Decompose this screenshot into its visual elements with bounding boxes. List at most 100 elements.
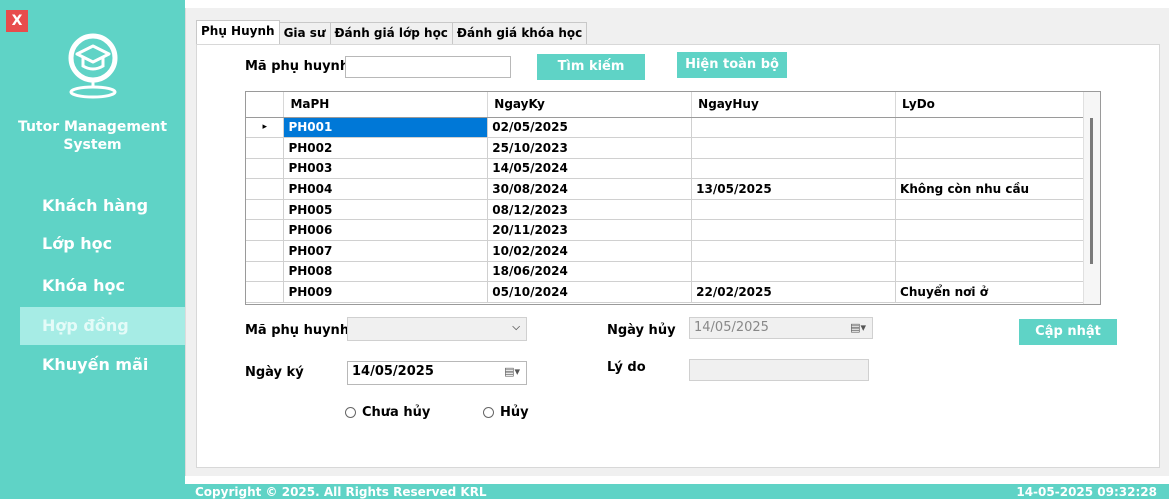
nav-item-lop-hoc[interactable]: Lớp học [0,225,185,263]
table-cell[interactable]: PH008 [283,261,489,283]
nav-item-khuyen-mai[interactable]: Khuyến mãi [0,346,185,384]
ma-phu-huynh-select[interactable]: ⌵ [347,317,527,341]
ngay-huy-value: 14/05/2025 [694,320,769,335]
radio-circle-icon [345,407,356,418]
table-row[interactable]: PH009 05/10/2024 22/02/2025 Chuyển nơi ở [246,281,1100,303]
table-cell[interactable]: PH005 [283,199,489,221]
nav-item-hop-dong[interactable]: Hợp đồng [20,307,185,345]
table-cell[interactable] [691,261,897,283]
current-row-indicator-icon: ▸ [246,117,285,139]
nav-item-khoa-hoc[interactable]: Khóa học [0,267,185,305]
table-cell[interactable]: PH007 [283,240,489,262]
table-cell[interactable] [895,219,1100,242]
table-row[interactable]: PH004 30/08/2024 13/05/2025 Không còn nh… [246,178,1100,200]
search-button[interactable]: Tìm kiếm [537,54,645,80]
table-cell[interactable]: 13/05/2025 [691,178,897,200]
table-cell[interactable] [895,240,1100,262]
table-cell[interactable] [895,261,1100,283]
column-header-ngayhuy[interactable]: NgayHuy [691,92,897,118]
table-cell[interactable]: 22/02/2025 [691,281,897,303]
copyright-text: Copyright © 2025. All Rights Reserved KR… [195,485,487,499]
table-cell[interactable] [691,240,897,262]
table-cell[interactable]: 18/06/2024 [487,261,693,283]
table-cell[interactable]: 25/10/2023 [487,137,693,159]
table-row[interactable]: PH003 14/05/2024 [246,158,1100,180]
ly-do-input[interactable] [689,359,869,381]
radio-circle-icon [483,407,494,418]
table-cell[interactable] [895,199,1100,221]
ngay-huy-date-picker[interactable]: 14/05/2025 ▤▾ [689,317,873,339]
row-header-cell[interactable] [246,261,285,283]
update-button[interactable]: Cập nhật [1019,319,1117,345]
data-grid[interactable]: MaPH NgayKy NgayHuy LyDo ▸ PH001 02/05/2… [245,91,1101,305]
row-header-cell[interactable] [246,219,285,242]
search-label: Mã phụ huynh [245,59,350,74]
table-row[interactable]: PH008 18/06/2024 [246,261,1100,283]
tab-danh-gia-lop-hoc[interactable]: Đánh giá lớp học [329,22,453,44]
tab-panel-phu-huynh: Mã phụ huynh Tìm kiếm Hiện toàn bộ MaPH … [196,44,1160,468]
row-header-cell[interactable] [246,137,285,159]
radio-cancelled[interactable]: Hủy [483,405,529,420]
column-header-lydo[interactable]: LyDo [895,92,1100,118]
ngay-huy-label: Ngày hủy [607,323,676,338]
table-cell[interactable] [691,137,897,159]
table-cell[interactable] [895,117,1100,139]
table-cell[interactable] [691,219,897,242]
nav-item-khach-hang[interactable]: Khách hàng [0,187,185,225]
table-cell[interactable]: 30/08/2024 [487,178,693,200]
table-cell[interactable]: Không còn nhu cầu [895,178,1100,200]
tab-danh-gia-khoa-hoc[interactable]: Đánh giá khóa học [451,22,588,44]
vertical-scrollbar[interactable] [1083,92,1100,304]
row-header-cell[interactable] [246,178,285,200]
close-button[interactable]: X [6,10,28,32]
table-cell[interactable] [895,158,1100,180]
show-all-button[interactable]: Hiện toàn bộ [677,52,787,78]
table-cell[interactable]: PH002 [283,137,489,159]
row-header-cell[interactable] [246,199,285,221]
ngay-ky-label: Ngày ký [245,365,304,380]
column-header-maph[interactable]: MaPH [283,92,489,118]
table-cell[interactable]: 10/02/2024 [487,240,693,262]
table-cell[interactable]: 20/11/2023 [487,219,693,242]
chevron-down-icon: ⌵ [512,322,520,333]
radio-not-cancelled[interactable]: Chưa hủy [345,405,430,420]
table-cell[interactable]: 08/12/2023 [487,199,693,221]
table-cell[interactable] [691,117,897,139]
table-row[interactable]: PH006 20/11/2023 [246,219,1100,242]
tab-strip: Phụ Huynh Gia sư Đánh giá lớp học Đánh g… [196,20,588,44]
scrollbar-thumb[interactable] [1090,118,1093,264]
search-input[interactable] [345,56,511,78]
column-header-ngayky[interactable]: NgayKy [487,92,693,118]
table-cell[interactable]: 02/05/2025 [487,117,693,139]
sidebar: X Tutor Management System Khách hàng Lớp… [0,0,185,499]
row-header-cell[interactable] [246,240,285,262]
radio-cancelled-label: Hủy [500,405,529,420]
calendar-icon: ▤▾ [504,365,520,378]
tab-phu-huynh[interactable]: Phụ Huynh [196,20,280,44]
table-cell[interactable]: 14/05/2024 [487,158,693,180]
grid-header-row: MaPH NgayKy NgayHuy LyDo [246,92,1100,118]
main-area: Phụ Huynh Gia sư Đánh giá lớp học Đánh g… [185,8,1169,476]
ngay-ky-date-picker[interactable]: 14/05/2025 ▤▾ [347,361,527,385]
table-cell[interactable]: 05/10/2024 [487,281,693,303]
table-cell[interactable] [691,199,897,221]
ma-phu-huynh-label: Mã phụ huynh [245,323,350,338]
table-row[interactable]: PH007 10/02/2024 [246,240,1100,262]
table-row[interactable]: ▸ PH001 02/05/2025 [246,117,1100,139]
table-cell[interactable]: PH009 [283,281,489,303]
table-cell[interactable]: PH006 [283,219,489,242]
table-cell[interactable]: Chuyển nơi ở [895,281,1100,303]
datetime-text: 14-05-2025 09:32:28 [1016,485,1157,499]
table-cell[interactable]: PH003 [283,158,489,180]
table-cell[interactable]: PH001 [283,117,489,139]
tab-gia-su[interactable]: Gia sư [278,22,331,44]
table-cell[interactable] [691,158,897,180]
table-row[interactable]: PH002 25/10/2023 [246,137,1100,159]
table-row[interactable]: PH005 08/12/2023 [246,199,1100,221]
ngay-ky-value: 14/05/2025 [352,364,434,379]
radio-not-cancelled-label: Chưa hủy [362,405,431,420]
row-header-cell[interactable] [246,281,285,303]
row-header-cell[interactable] [246,158,285,180]
table-cell[interactable] [895,137,1100,159]
table-cell[interactable]: PH004 [283,178,489,200]
